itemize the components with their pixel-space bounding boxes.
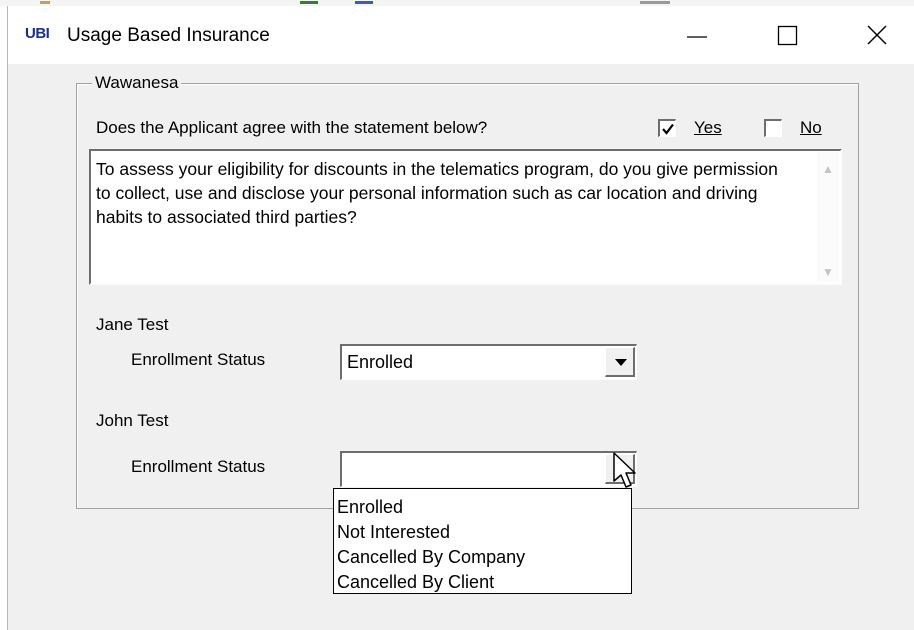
close-button[interactable] xyxy=(838,6,914,64)
dropdown-arrow-icon xyxy=(615,359,627,366)
title-bar[interactable]: UBI Usage Based Insurance xyxy=(8,6,914,64)
consent-statement-text: To assess your eligibility for discounts… xyxy=(96,159,778,227)
background-artifact xyxy=(300,1,318,4)
consent-statement-textbox[interactable]: To assess your eligibility for discounts… xyxy=(89,149,842,285)
checkmark-icon xyxy=(662,123,674,135)
dropdown-option[interactable]: Enrolled xyxy=(337,497,403,518)
dropdown-option[interactable]: Cancelled By Company xyxy=(337,547,525,568)
yes-label[interactable]: Yes xyxy=(694,118,722,138)
applicant-name: Jane Test xyxy=(96,315,169,334)
minimize-icon xyxy=(687,36,707,38)
background-artifact xyxy=(40,1,50,4)
window-title: Usage Based Insurance xyxy=(67,25,270,46)
combo-value: Enrolled xyxy=(347,352,414,372)
app-icon: UBI xyxy=(25,25,50,42)
background-artifact xyxy=(640,1,670,4)
applicant-name: John Test xyxy=(96,411,169,430)
enrollment-status-dropdown-list: Enrolled Not Interested Cancelled By Com… xyxy=(333,488,632,594)
dropdown-option[interactable]: Not Interested xyxy=(337,522,450,543)
minimize-button[interactable] xyxy=(658,6,738,64)
scroll-up-icon[interactable]: ▲ xyxy=(822,162,834,176)
enrollment-status-combo-jane[interactable]: Enrolled xyxy=(340,344,637,380)
enrollment-status-label: Enrollment Status xyxy=(131,457,266,476)
no-label[interactable]: No xyxy=(800,118,822,138)
enrollment-status-combo-john[interactable] xyxy=(340,451,637,487)
dropdown-option[interactable]: Cancelled By Client xyxy=(337,572,494,593)
mouse-cursor-icon xyxy=(613,452,636,488)
enrollment-status-label: Enrollment Status xyxy=(131,350,266,369)
insurer-group-box xyxy=(76,83,859,509)
combo-dropdown-button[interactable] xyxy=(605,347,635,377)
maximize-button[interactable] xyxy=(748,6,828,64)
no-checkbox[interactable] xyxy=(764,119,782,137)
group-label: Wawanesa xyxy=(92,73,182,93)
maximize-icon xyxy=(777,25,798,46)
agreement-question: Does the Applicant agree with the statem… xyxy=(96,118,488,137)
close-icon xyxy=(867,25,887,45)
yes-checkbox[interactable] xyxy=(658,119,676,137)
statement-scrollbar[interactable]: ▲ ▼ xyxy=(817,152,839,282)
scroll-down-icon[interactable]: ▼ xyxy=(822,265,834,279)
background-artifact xyxy=(355,1,373,4)
